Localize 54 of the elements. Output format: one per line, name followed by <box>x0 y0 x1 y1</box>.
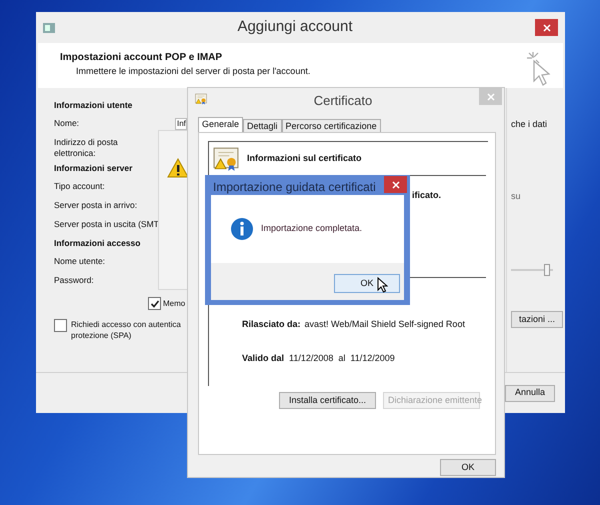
field-value: avast! Web/Mail Shield Self-signed Root <box>304 318 465 331</box>
slider-thumb[interactable] <box>544 264 550 276</box>
field-label: Nome: <box>54 118 80 130</box>
description-text: che i dati <box>511 118 548 131</box>
window-title: Aggiungi account <box>236 17 354 38</box>
field-label: Server posta in arrivo: <box>54 200 138 212</box>
window-title: Certificato <box>312 92 374 110</box>
field-label: Rilasciato da: <box>242 318 301 331</box>
tab[interactable]: Dettagli <box>243 119 282 132</box>
tab[interactable]: Generale <box>198 117 244 132</box>
dialog-message: Importazione completata. <box>261 222 362 236</box>
field-label: Server posta in uscita (SMT <box>54 219 158 231</box>
field-label: al <box>338 352 346 364</box>
close-icon <box>542 24 550 32</box>
dialog-button[interactable]: Annulla <box>505 384 555 402</box>
field-value: 11/12/2008 <box>289 352 334 364</box>
field-label: Password: <box>54 275 95 287</box>
certificate-icon <box>195 93 207 105</box>
dialog-button[interactable]: tazioni ... <box>511 311 563 328</box>
close-button[interactable] <box>535 19 558 36</box>
section-heading: Informazioni server <box>54 163 134 175</box>
close-icon <box>392 180 400 188</box>
close-button[interactable] <box>384 176 407 193</box>
checkbox[interactable] <box>54 319 67 332</box>
name-field[interactable]: Inf <box>175 118 187 130</box>
mouse-cursor-icon <box>377 276 388 292</box>
field-label: Tipo account: <box>54 181 106 193</box>
section-heading: Informazioni sul certificato <box>247 152 362 165</box>
tab[interactable]: Percorso certificazione <box>282 119 381 132</box>
checkbox-label: protezione (SPA) <box>71 330 132 341</box>
info-icon <box>231 218 253 240</box>
checkbox-label: Richiedi accesso con autentica <box>71 319 181 330</box>
field-label: Valido dal <box>242 352 284 364</box>
section-heading: Informazioni accesso <box>54 238 142 250</box>
header-subtitle: Immettere le impostazioni del server di posta per l'account. <box>76 65 310 77</box>
checkbox[interactable] <box>148 297 161 310</box>
certificate-purpose-text: ificato. <box>412 190 442 200</box>
slider[interactable] <box>511 264 553 276</box>
certificate-icon <box>213 146 239 172</box>
header-title: Impostazioni account POP e IMAP <box>60 51 224 65</box>
dialog-button[interactable]: OK <box>440 459 496 476</box>
app-icon <box>43 22 55 32</box>
field-label: Nome utente: <box>54 256 106 268</box>
check-icon <box>150 298 160 308</box>
ok-button[interactable]: OK <box>334 274 400 293</box>
field-value: 11/12/2009 <box>350 352 395 364</box>
description-text: su <box>511 190 522 203</box>
checkbox-label: Memo <box>163 298 186 310</box>
dialog-title: Importazione guidata certificati <box>212 179 377 196</box>
dialog-button[interactable]: Installa certificato... <box>279 392 376 409</box>
field-label: Indirizzo di posta elettronica: <box>54 137 119 160</box>
section-heading: Informazioni utente <box>54 100 134 112</box>
close-icon <box>486 92 494 100</box>
warning-icon <box>167 158 189 178</box>
